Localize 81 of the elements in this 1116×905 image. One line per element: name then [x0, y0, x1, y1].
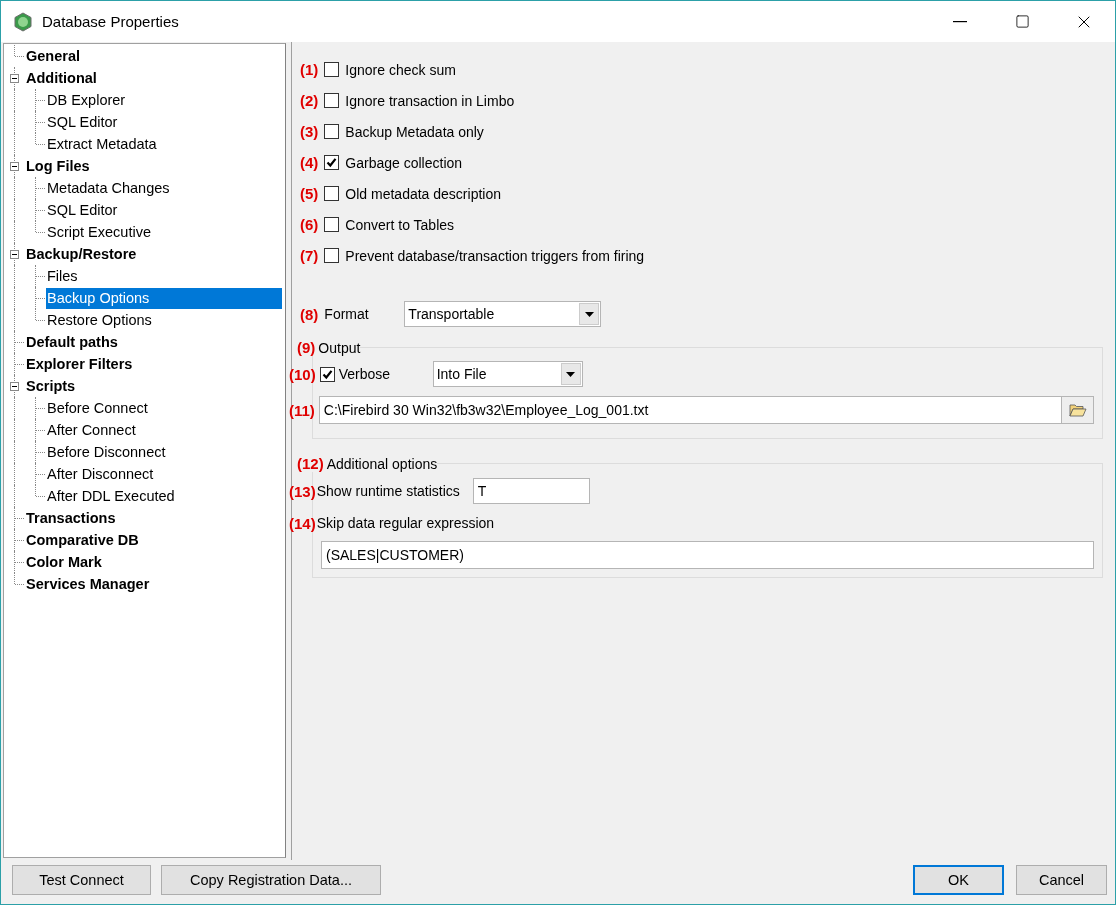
tree-item[interactable]: DB Explorer — [46, 89, 127, 111]
dialog-button[interactable]: Copy Registration Data... — [161, 865, 381, 895]
format-dropdown[interactable]: Transportable — [404, 301, 602, 327]
checkbox-label[interactable]: Ignore check sum — [345, 61, 456, 78]
callout-number: (9) — [297, 339, 316, 356]
tree-item[interactable]: After Connect — [46, 419, 137, 441]
collapse-icon[interactable] — [10, 249, 19, 259]
tree-item[interactable]: After DDL Executed — [46, 485, 176, 507]
callout-number: (2) — [300, 92, 319, 109]
collapse-icon[interactable] — [10, 73, 19, 83]
checkbox[interactable] — [324, 186, 340, 201]
app-logo-icon — [13, 11, 33, 32]
callout-number: (1) — [300, 61, 319, 78]
callout-number: (10) — [289, 365, 316, 383]
tree-item[interactable]: Log Files — [25, 155, 91, 177]
callout-number: (12) — [297, 455, 324, 472]
group-title: Additional options — [326, 455, 438, 472]
tree-item[interactable]: Before Disconnect — [46, 441, 167, 463]
dialog-button[interactable]: OK — [913, 865, 1004, 895]
caret-icon — [566, 371, 576, 377]
checkbox[interactable] — [324, 217, 340, 232]
tree-item[interactable]: Services Manager — [25, 573, 151, 595]
tree-item[interactable]: Scripts — [25, 375, 77, 397]
tree-item[interactable]: SQL Editor — [46, 199, 119, 221]
checkbox[interactable] — [324, 93, 340, 108]
collapse-icon[interactable] — [10, 381, 19, 391]
tree-item[interactable]: Default paths — [25, 331, 119, 353]
callout-number: (6) — [300, 216, 319, 233]
checkbox[interactable] — [324, 248, 340, 263]
checkbox[interactable] — [324, 124, 340, 139]
field-label: Skip data regular expression — [316, 515, 495, 531]
browse-button[interactable] — [1062, 396, 1094, 424]
checkbox-label[interactable]: Ignore transaction in Limbo — [345, 92, 515, 109]
checkbox-label[interactable]: Garbage collection — [345, 154, 463, 171]
checkbox[interactable] — [324, 155, 340, 170]
field-label: Show runtime statistics — [316, 483, 460, 499]
checkbox-label[interactable]: Prevent database/transaction triggers from firing — [345, 247, 645, 264]
field-label: Format — [324, 306, 370, 322]
callout-number: (3) — [300, 123, 319, 140]
callout-number: (4) — [300, 154, 319, 171]
callout-number: (13) — [289, 482, 316, 500]
input-field[interactable]: (SALES|CUSTOMER) — [321, 541, 1094, 569]
file-path-field[interactable]: C:\Firebird 30 Win32\fb3w32\Employee_Log_001.txt — [318, 396, 1062, 424]
callout-number: (8) — [300, 305, 319, 323]
tree-item[interactable]: Color Mark — [25, 551, 103, 573]
collapse-icon[interactable] — [10, 161, 19, 171]
caret-icon — [584, 311, 594, 317]
tree-item[interactable]: Additional — [25, 67, 98, 89]
tree-item[interactable]: Metadata Changes — [46, 177, 171, 199]
callout-number: (11) — [289, 401, 315, 419]
dialog-button[interactable]: Cancel — [1016, 865, 1107, 895]
input-field[interactable]: T — [472, 478, 590, 504]
tree-item[interactable]: Script Executive — [46, 221, 152, 243]
maximize-icon — [1014, 14, 1030, 29]
destination-dropdown[interactable]: Into File — [432, 361, 583, 387]
tree-item[interactable]: Explorer Filters — [25, 353, 134, 375]
tree-item[interactable]: Backup/Restore — [25, 243, 138, 265]
window-title: Database Properties — [42, 13, 180, 30]
tree-item[interactable]: Extract Metadata — [46, 133, 158, 155]
tree-item[interactable]: Before Connect — [46, 397, 149, 419]
folder-icon — [1068, 403, 1087, 417]
dialog-button[interactable]: Test Connect — [12, 865, 151, 895]
checkbox-label[interactable]: Backup Metadata only — [345, 123, 484, 140]
tree-item[interactable]: Restore Options — [46, 309, 153, 331]
tree-item[interactable]: Comparative DB — [25, 529, 140, 551]
checkbox[interactable] — [319, 366, 335, 382]
tree-item[interactable]: SQL Editor — [46, 111, 119, 133]
tree-item[interactable]: Backup Options — [46, 287, 282, 309]
checkbox-label[interactable]: Verbose — [338, 366, 429, 382]
tree-item[interactable]: After Disconnect — [46, 463, 155, 485]
tree-item[interactable]: General — [25, 45, 81, 67]
tree-item[interactable]: Files — [46, 265, 79, 287]
checkbox-label[interactable]: Old metadata description — [345, 185, 501, 202]
tree-item[interactable]: Transactions — [25, 507, 117, 529]
callout-number: (5) — [300, 185, 319, 202]
group-title: Output — [318, 339, 361, 356]
checkbox-label[interactable]: Convert to Tables — [345, 216, 455, 233]
checkbox[interactable] — [324, 62, 340, 77]
minimize-icon — [953, 20, 967, 23]
callout-number: (14) — [289, 514, 316, 532]
callout-number: (7) — [300, 247, 319, 264]
